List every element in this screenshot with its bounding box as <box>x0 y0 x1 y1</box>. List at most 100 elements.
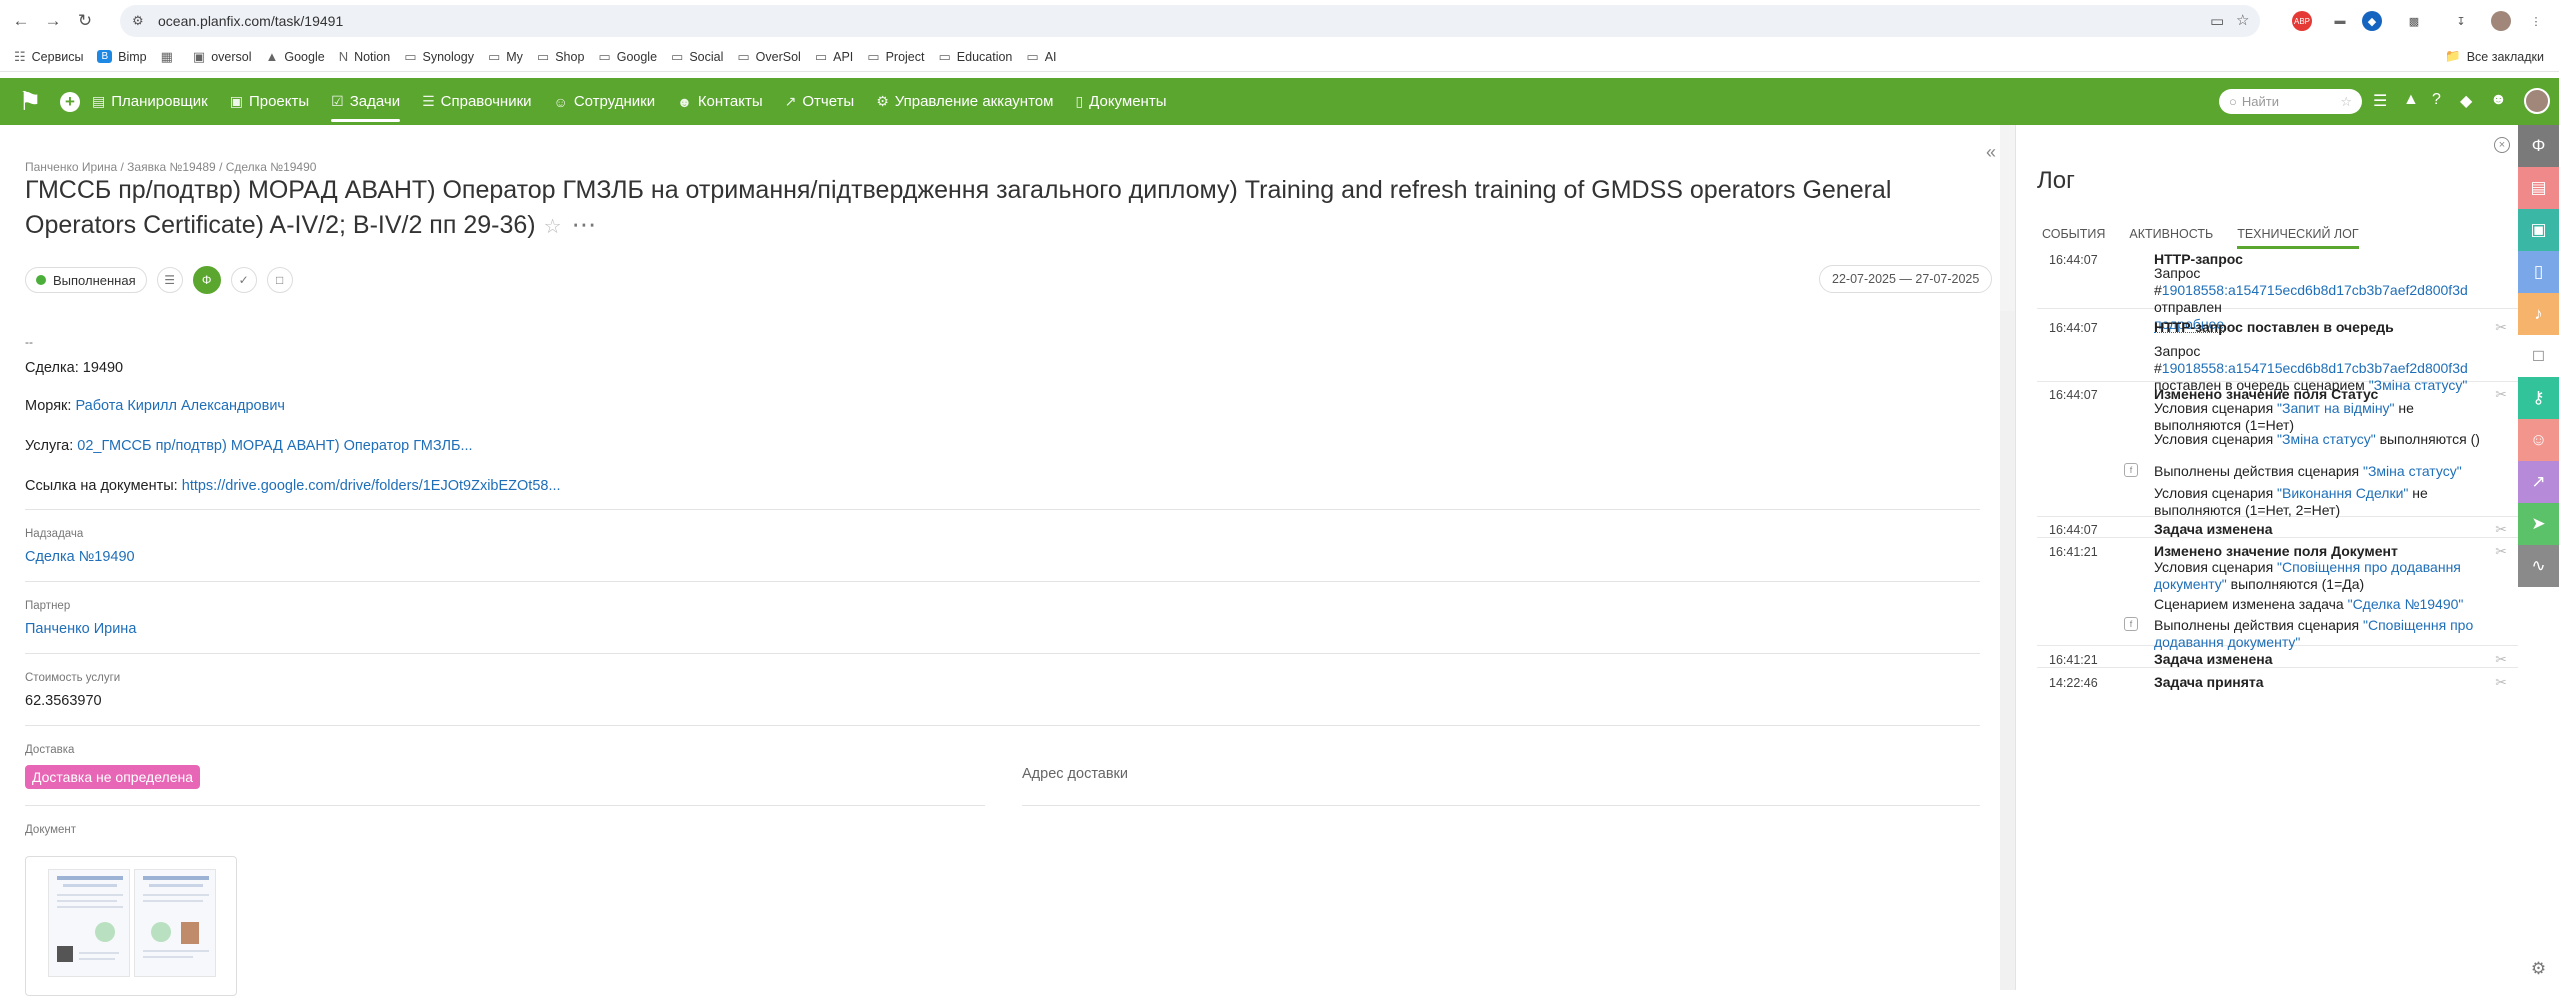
collapse-panel-icon[interactable]: « <box>1986 142 1996 163</box>
bookmark-7[interactable]: ▭ My <box>488 49 523 65</box>
nav-item-7[interactable]: ⚙ Управление аккаунтом <box>876 78 1053 125</box>
comment-icon[interactable]: □ <box>266 267 293 293</box>
extension-icon[interactable]: ▬ <box>2330 11 2350 31</box>
add-new-icon[interactable]: + <box>60 91 80 112</box>
layers-icon[interactable]: ◆ <box>2460 91 2472 111</box>
settings-gear-icon[interactable]: ⚙ <box>2518 948 2559 990</box>
nav-item-0[interactable]: ▤ Планировщик <box>92 78 208 125</box>
clip-icon[interactable]: ✂ <box>2495 521 2507 538</box>
log-detail-link[interactable]: 19018558:a154715ecd6b8d17cb3b7aef2d800f3… <box>2162 282 2468 298</box>
task-dates[interactable]: 22-07-2025 — 27-07-2025 <box>1819 265 1993 293</box>
download-icon[interactable]: ↧ <box>2451 11 2471 31</box>
planfix-icon[interactable]: Φ <box>2518 125 2559 167</box>
partner-link[interactable]: Панченко Ирина <box>25 621 136 637</box>
bookmark-2[interactable]: ▦ <box>161 49 179 65</box>
breadcrumb[interactable]: Панченко Ирина / Заявка №19489 / Сделка … <box>25 160 316 174</box>
bookmark-1[interactable]: B Bimp <box>97 50 147 64</box>
puzzle-extensions-icon[interactable]: ▩ <box>2404 11 2424 31</box>
task-scrollbar[interactable] <box>2000 311 2015 990</box>
more-icon[interactable]: ⋯ <box>572 211 597 239</box>
bookmark-star-icon[interactable]: ☆ <box>2236 11 2249 29</box>
nav-item-8[interactable]: ▯ Документы <box>1075 78 1166 125</box>
adblock-extension-icon[interactable]: ABP <box>2292 11 2312 31</box>
key-icon[interactable]: ⚷ <box>2518 377 2559 419</box>
add-user-icon[interactable]: ☻ <box>2490 91 2507 109</box>
shield-extension-icon[interactable]: ◆ <box>2362 11 2382 31</box>
log-tab-2[interactable]: Технический лог <box>2237 227 2360 253</box>
bookmark-9[interactable]: ▭ Google <box>598 49 657 65</box>
clip-icon[interactable]: ✂ <box>2495 651 2507 668</box>
close-icon[interactable]: × <box>2494 137 2510 153</box>
nav-item-1[interactable]: ▣ Проекты <box>230 78 309 125</box>
docs-link[interactable]: https://drive.google.com/drive/folders/1… <box>182 478 561 494</box>
user-avatar[interactable] <box>2524 88 2550 114</box>
bell-icon[interactable]: ♪ <box>2518 293 2559 335</box>
back-icon[interactable]: ← <box>10 10 32 32</box>
parent-task-link[interactable]: Сделка №19490 <box>25 549 135 565</box>
analytics-icon[interactable]: ↗ <box>2518 461 2559 503</box>
bookmark-5[interactable]: N Notion <box>339 49 391 64</box>
bookmark-3[interactable]: ▣ oversol <box>193 49 252 65</box>
url-text[interactable]: ocean.planfix.com/task/19491 <box>158 13 343 29</box>
nav-item-2[interactable]: ☑ Задачи <box>331 78 400 125</box>
send-icon[interactable]: ➤ <box>2518 503 2559 545</box>
network-icon[interactable]: ▣ <box>2518 209 2559 251</box>
clip-icon[interactable]: ✂ <box>2495 674 2507 691</box>
nav-item-6[interactable]: ↗ Отчеты <box>785 78 855 125</box>
bookmark-8[interactable]: ▭ Shop <box>537 49 585 65</box>
all-bookmarks[interactable]: 📁 Все закладки <box>2445 49 2544 64</box>
bookmark-13[interactable]: ▭ Project <box>867 49 924 65</box>
log-detail-link[interactable]: "Запит на відміну" <box>2277 400 2394 416</box>
bookmark-4[interactable]: ▲ Google <box>266 49 325 64</box>
checklist-icon[interactable]: ☰ <box>156 267 183 293</box>
log-detail-link[interactable]: "Виконання Сделки" <box>2277 485 2408 501</box>
install-app-icon[interactable]: ▭ <box>2210 12 2224 30</box>
delivery-badge[interactable]: Доставка не определена <box>25 765 201 789</box>
site-info-icon[interactable]: ⚙ <box>132 13 148 29</box>
profile-avatar-icon[interactable] <box>2491 11 2511 31</box>
log-detail-link[interactable]: 19018558:a154715ecd6b8d17cb3b7aef2d800f3… <box>2162 360 2468 376</box>
log-detail-link[interactable]: "Зміна статусу" <box>2363 463 2462 479</box>
status-badge[interactable]: Выполненная <box>25 267 147 293</box>
planfix-logo-icon[interactable]: ⚑ <box>0 78 60 125</box>
nav-item-5[interactable]: ☻ Контакты <box>677 78 763 125</box>
service-link[interactable]: 02_ГМССБ пр/подтвр) МОРАД АВАНТ) Операто… <box>77 438 472 454</box>
list-menu-icon[interactable]: ☰ <box>2373 91 2387 111</box>
clip-icon[interactable]: ✂ <box>2495 319 2507 336</box>
log-detail-link[interactable]: "Сделка №19490" <box>2348 596 2464 612</box>
bookmark-11[interactable]: ▭ OverSol <box>737 49 800 65</box>
reload-icon[interactable]: ↻ <box>74 10 96 32</box>
bookmark-12[interactable]: ▭ API <box>815 49 853 65</box>
pin-icon[interactable]: ▲ <box>2403 91 2419 109</box>
nav-item-3[interactable]: ☰ Справочники <box>422 78 531 125</box>
cost-value[interactable]: 62.3563970 <box>25 693 120 709</box>
bookmark-15[interactable]: ▭ AI <box>1026 49 1056 65</box>
check-circle-icon[interactable]: ✓ <box>230 267 257 293</box>
tasks-panel-icon[interactable]: ▤ <box>2518 167 2559 209</box>
chrome-menu-icon[interactable]: ⋮ <box>2526 11 2546 31</box>
bookmark-14[interactable]: ▭ Education <box>938 49 1012 65</box>
clip-icon[interactable]: ✂ <box>2495 543 2507 560</box>
search-placeholder: Найти <box>2241 94 2279 109</box>
address-bar[interactable]: ⚙ ocean.planfix.com/task/19491 ▭ ☆ <box>120 5 2260 37</box>
bookmark-6[interactable]: ▭ Synology <box>404 49 474 65</box>
log-tab-0[interactable]: События <box>2042 227 2105 253</box>
favorite-star-icon[interactable]: ☆ <box>544 216 562 238</box>
address-field[interactable]: Адрес доставки <box>1022 766 1128 782</box>
document-thumbnail[interactable] <box>25 856 237 996</box>
nav-item-4[interactable]: ☺ Сотрудники <box>554 78 656 125</box>
log-tab-1[interactable]: Активность <box>2129 227 2213 253</box>
documents-icon[interactable]: ▯ <box>2518 251 2559 293</box>
activity-icon[interactable]: ∿ <box>2518 545 2559 587</box>
planfix-action-icon[interactable]: Φ <box>192 266 221 294</box>
forward-icon[interactable]: → <box>42 10 64 32</box>
sailor-link[interactable]: Работа Кирилл Александрович <box>75 398 285 414</box>
help-icon[interactable]: ? <box>2432 91 2441 109</box>
clipboard-icon[interactable]: □ <box>2518 335 2559 377</box>
contact-icon[interactable]: ☺ <box>2518 419 2559 461</box>
bookmark-0[interactable]: ☷ Сервисы <box>14 49 83 65</box>
search-input[interactable]: ○ Найти ☆ <box>2219 89 2362 114</box>
bookmark-10[interactable]: ▭ Social <box>671 49 723 65</box>
star-icon[interactable]: ☆ <box>2340 94 2352 110</box>
log-detail-link[interactable]: "Зміна статусу" <box>2277 431 2376 447</box>
